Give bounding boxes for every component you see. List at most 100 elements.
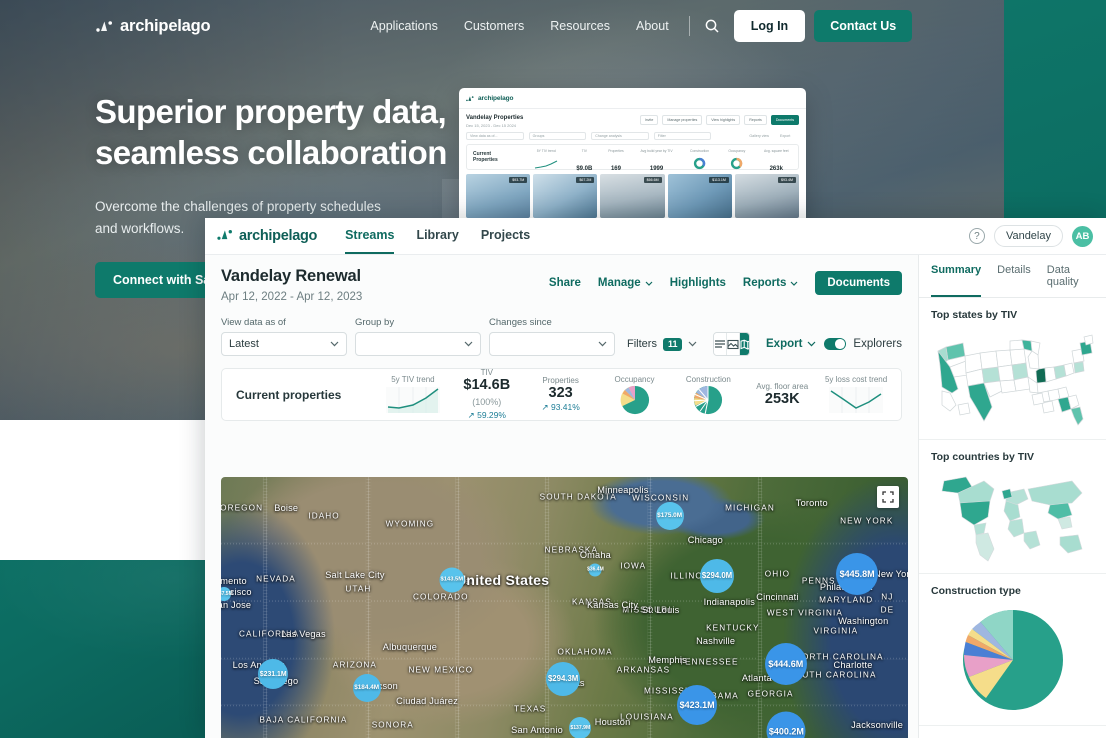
nav-divider (688, 16, 690, 36)
map-value-bubble[interactable]: $184.4M (352, 673, 381, 702)
group-by-label: Group by (355, 317, 395, 328)
property-map[interactable]: OREGON IDAHO WYOMING SOUTH DAKOTA WISCONSIN M… (221, 477, 908, 738)
tab-summary[interactable]: Summary (931, 264, 982, 297)
app-logo[interactable]: archipelago (217, 228, 317, 245)
section-construction-type: Construction type (919, 574, 1106, 726)
filters-count-badge: 11 (662, 337, 683, 351)
reports-action[interactable]: Reports (743, 277, 798, 289)
export-label: Export (766, 338, 803, 350)
chevron-down-icon (807, 338, 816, 350)
explorers-control: Explorers (824, 332, 902, 356)
kpi-avg-floor-area[interactable]: Avg. floor area 253K (745, 382, 819, 408)
kpi-tiv-value: $14.6B (463, 376, 511, 393)
tab-library[interactable]: Library (416, 218, 458, 254)
archipelago-logo-icon (217, 228, 233, 245)
filters-button[interactable]: Filters 11 (623, 332, 701, 356)
kpi-properties[interactable]: Properties 323 ↗ 93.41% (524, 376, 598, 414)
map-value-bubble[interactable]: $445.8M (836, 553, 879, 596)
map-value-bubble[interactable]: $294.3M (546, 661, 581, 696)
changes-since-select[interactable] (489, 332, 615, 356)
tab-details[interactable]: Details (997, 264, 1031, 297)
kpi-tiv-pct: (100%) (472, 396, 502, 407)
section-top-states: Top states by TIV (919, 298, 1106, 440)
help-icon[interactable]: ? (968, 228, 985, 244)
chevron-down-icon (598, 339, 607, 349)
chevron-down-icon (330, 339, 339, 349)
chevron-down-icon (645, 277, 653, 289)
toggle-knob (835, 339, 845, 349)
chevron-down-icon (790, 277, 798, 289)
map-value-bubble[interactable]: $444.6M (764, 643, 807, 686)
preview-chip-reports: Reports (744, 115, 767, 125)
view-data-as-of-value: Latest (229, 338, 259, 350)
export-button[interactable]: Export (766, 332, 816, 356)
marketing-logo[interactable]: archipelago (96, 17, 211, 36)
map-value-bubble[interactable]: $294.0M (700, 558, 734, 593)
nav-item-resources[interactable]: Resources (550, 19, 610, 33)
project-actions: Share Manage Highlights Reports Document… (549, 267, 902, 295)
manage-action[interactable]: Manage (598, 277, 653, 289)
list-view-icon[interactable] (714, 333, 728, 355)
nav-item-customers[interactable]: Customers (464, 19, 524, 33)
kpi-properties-value: 323 (548, 384, 573, 401)
property-tile: $113.1M (667, 174, 732, 218)
teal-bottom-panel (0, 560, 205, 738)
section-title: Top states by TIV (931, 309, 1018, 321)
section-title: Top countries by TIV (931, 451, 1035, 463)
map-value-bubble[interactable]: $231.1M (258, 659, 289, 690)
us-choropleth-map (931, 329, 1094, 429)
fullscreen-icon[interactable] (877, 486, 899, 508)
kpi-5y-tiv-trend[interactable]: 5y TIV trend (376, 375, 450, 415)
chevron-down-icon (688, 339, 697, 349)
app-body: Vandelay Renewal Apr 12, 2022 - Apr 12, … (205, 255, 1106, 738)
group-by-select[interactable] (355, 332, 481, 356)
kpi-occupancy[interactable]: Occupancy (598, 375, 672, 415)
map-value-bubble[interactable]: $143.5M (439, 567, 465, 593)
nav-item-about[interactable]: About (636, 19, 669, 33)
kpi-properties-delta: ↗ 93.41% (541, 402, 580, 413)
map-value-bubble[interactable]: $137.9M (569, 716, 592, 738)
nav-item-applications[interactable]: Applications (370, 19, 437, 33)
share-action[interactable]: Share (549, 277, 581, 289)
sparkline-up-chart (385, 386, 440, 413)
preview-kpi-construction: Construction (686, 139, 713, 175)
kpi-tiv-delta: ↗ 59.29% (467, 410, 506, 421)
map-value-bubble[interactable]: $175.0M (655, 501, 684, 530)
app-brand-text: archipelago (239, 228, 318, 244)
tab-projects[interactable]: Projects (481, 218, 530, 254)
avatar[interactable]: AB (1072, 225, 1093, 247)
marketing-topnav: archipelago Applications Customers Resou… (0, 0, 1004, 52)
changes-since-field: Changes since (489, 317, 615, 356)
preview-chip-manage: Manage properties (662, 115, 703, 125)
app-tabs: Streams Library Projects (345, 218, 530, 254)
map-view-icon[interactable] (740, 333, 750, 355)
white-strip (0, 420, 205, 560)
summary-sidebar: Summary Details Data quality Top states … (918, 255, 1106, 738)
property-tile: $67.2M (533, 174, 598, 218)
preview-chip-highlights: View highlights (706, 115, 741, 125)
documents-button[interactable]: Documents (815, 271, 902, 295)
tab-streams[interactable]: Streams (345, 218, 395, 254)
search-icon[interactable] (704, 18, 720, 34)
construction-type-pie-chart (931, 605, 1094, 715)
contact-us-button[interactable]: Contact Us (814, 10, 913, 42)
login-button[interactable]: Log In (733, 10, 806, 42)
kpi-tiv[interactable]: TIV $14.6B (100%) ↗ 59.29% (450, 368, 524, 422)
gallery-view-icon[interactable] (727, 333, 741, 355)
kpi-construction[interactable]: Construction (671, 375, 745, 415)
main-content: Vandelay Renewal Apr 12, 2022 - Apr 12, … (205, 255, 918, 738)
map-value-bubble[interactable]: $36.4M (587, 563, 604, 577)
toolbar: View data as of Latest Group by Changes … (205, 303, 918, 356)
kpi-5y-loss-cost-trend[interactable]: 5y loss cost trend (819, 375, 893, 415)
view-data-as-of-select[interactable]: Latest (221, 332, 347, 356)
org-switcher[interactable]: Vandelay (993, 225, 1063, 247)
marketing-nav-links: Applications Customers Resources About (370, 19, 668, 33)
highlights-action[interactable]: Highlights (670, 277, 726, 289)
property-tile: $66.6M (600, 174, 665, 218)
occupancy-pie-chart (620, 385, 649, 414)
map-value-bubble[interactable]: $423.1M (677, 684, 718, 725)
changes-since-label: Changes since (489, 317, 552, 328)
explorers-toggle[interactable] (824, 337, 847, 351)
kpi-row-name: Current properties (236, 387, 342, 402)
tab-data-quality[interactable]: Data quality (1047, 264, 1094, 297)
